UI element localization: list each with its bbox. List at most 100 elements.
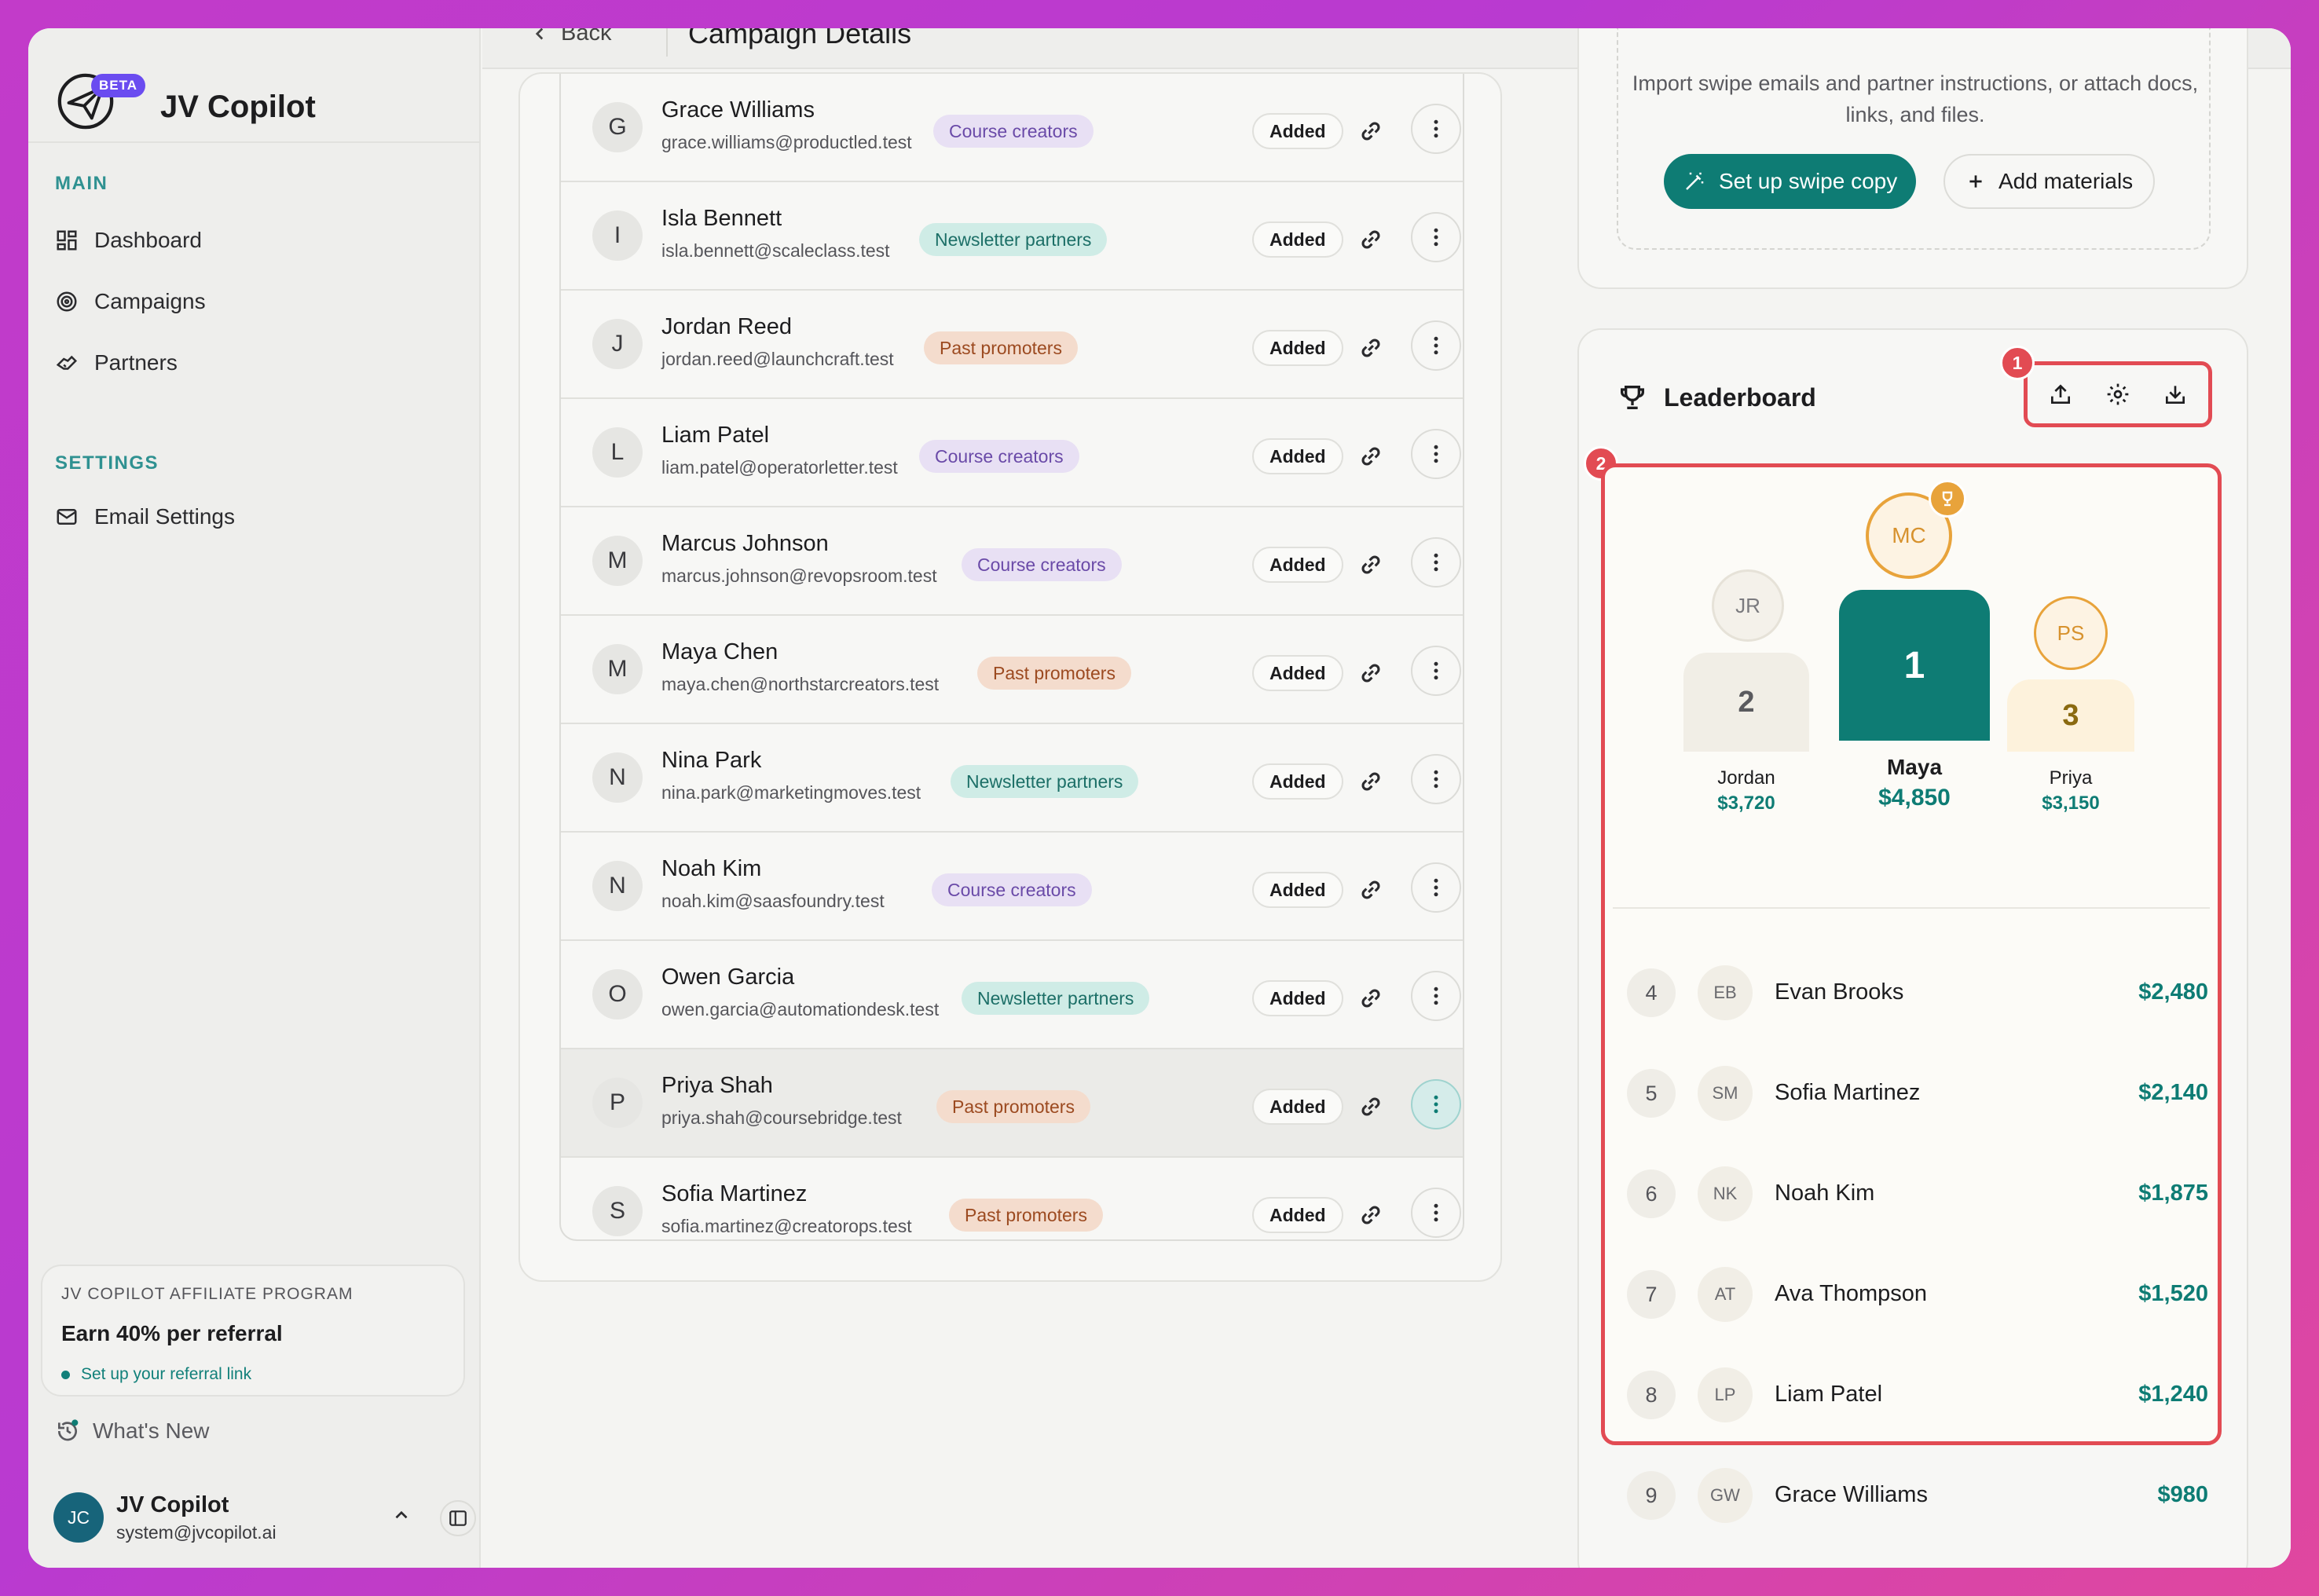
status-badge: Added [1252,438,1343,474]
gear-icon [2107,383,2129,405]
copy-link-button[interactable] [1354,115,1387,148]
link-icon [1361,880,1380,899]
copy-link-button[interactable] [1354,873,1387,906]
leaderboard-name: Grace Williams [1775,1482,1928,1507]
avatar: NK [1698,1166,1753,1221]
more-vertical-icon [1434,1095,1438,1114]
more-options-button[interactable] [1411,971,1461,1021]
section-label-main: MAIN [55,173,108,194]
history-icon [57,1419,79,1441]
section-label-settings: SETTINGS [55,452,159,474]
add-materials-button[interactable]: Add materials [1943,154,2156,209]
beta-badge: BETA [91,74,146,97]
table-row[interactable]: S Sofia Martinez sofia.martinez@creatoro… [561,1158,1463,1239]
more-options-button[interactable] [1411,429,1461,479]
leaderboard-row[interactable]: 7 AT Ava Thompson $1,520 [1627,1265,2208,1322]
copy-link-button[interactable] [1354,1199,1387,1232]
copy-link-button[interactable] [1354,765,1387,798]
sidebar-item-partners[interactable]: Partners [55,338,456,388]
table-row[interactable]: L Liam Patel liam.patel@operatorletter.t… [561,399,1463,507]
table-row[interactable]: P Priya Shah priya.shah@coursebridge.tes… [561,1049,1463,1158]
table-row[interactable]: O Owen Garcia owen.garcia@automationdesk… [561,941,1463,1049]
link-icon [1361,122,1380,141]
rank-number: 7 [1627,1270,1676,1319]
sidebar-item-email-settings[interactable]: Email Settings [55,492,456,542]
copy-link-button[interactable] [1354,982,1387,1015]
setup-swipe-copy-button[interactable]: Set up swipe copy [1664,154,1917,209]
more-options-button[interactable] [1411,1188,1461,1238]
back-button[interactable]: Back [529,28,611,46]
brand[interactable]: BETA JV Copilot [55,52,463,138]
back-label: Back [561,28,612,46]
referral-link[interactable]: Set up your referral link [61,1365,445,1384]
download-button[interactable] [2160,379,2191,410]
table-row[interactable]: G Grace Williams grace.williams@productl… [561,74,1463,182]
leaderboard-header: Leaderboard [1617,382,1816,413]
podium-amount: $3,720 [1717,793,1775,814]
more-options-button[interactable] [1411,212,1461,262]
affiliate-kicker: JV COPILOT AFFILIATE PROGRAM [61,1285,354,1303]
user-menu[interactable]: JC JV Copilot system@jvcopilot.ai [53,1488,476,1547]
leaderboard-row[interactable]: 9 GW Grace Williams $980 [1627,1466,2208,1523]
whats-new-label: What's New [93,1418,210,1443]
more-options-button[interactable] [1411,1079,1461,1129]
leaderboard-row[interactable]: 8 LP Liam Patel $1,240 [1627,1366,2208,1422]
sidebar: BETA JV Copilot MAIN Dashboard Campaigns… [28,28,481,1568]
copy-link-button[interactable] [1354,548,1387,581]
table-row[interactable]: J Jordan Reed jordan.reed@launchcraft.te… [561,291,1463,399]
partner-name: Liam Patel [661,423,770,448]
segment-tag: Newsletter partners [919,223,1108,256]
sidebar-item-campaigns[interactable]: Campaigns [55,276,456,327]
more-options-button[interactable] [1411,320,1461,371]
divider [28,141,481,143]
whats-new-link[interactable]: What's New [55,1418,210,1444]
copy-link-button[interactable] [1354,657,1387,690]
table-row[interactable]: N Nina Park nina.park@marketingmoves.tes… [561,724,1463,833]
status-badge: Added [1252,1197,1343,1233]
copy-link-button[interactable] [1354,331,1387,364]
leaderboard-row[interactable]: 5 SM Sofia Martinez $2,140 [1627,1064,2208,1121]
status-badge: Added [1252,1089,1343,1125]
settings-button[interactable] [2102,379,2134,410]
leaderboard-amount: $2,480 [2138,979,2208,1005]
table-row[interactable]: I Isla Bennett isla.bennett@scaleclass.t… [561,182,1463,291]
more-options-button[interactable] [1411,646,1461,696]
more-options-button[interactable] [1411,862,1461,913]
share-button[interactable] [2045,379,2076,410]
partner-name: Grace Williams [661,97,815,123]
sidebar-toggle-button[interactable] [440,1500,476,1536]
link-icon [1361,989,1380,1008]
status-badge: Added [1252,330,1343,366]
avatar: SM [1698,1066,1753,1121]
table-row[interactable]: N Noah Kim noah.kim@saasfoundry.test Cou… [561,833,1463,941]
brand-name: JV Copilot [160,90,316,124]
materials-dropzone[interactable]: Import swipe emails and partner instruct… [1617,28,2211,250]
copy-link-button[interactable] [1354,1090,1387,1123]
more-options-button[interactable] [1411,754,1461,804]
more-vertical-icon [1434,553,1438,572]
sidebar-item-dashboard[interactable]: Dashboard [55,215,456,265]
leaderboard-row[interactable]: 4 EB Evan Brooks $2,480 [1627,964,2208,1020]
partner-email: maya.chen@northstarcreators.test [661,674,940,694]
partner-email: priya.shah@coursebridge.test [661,1107,902,1128]
rank-number: 5 [1627,1069,1676,1118]
leaderboard-name: Sofia Martinez [1775,1080,1921,1105]
partner-email: owen.garcia@automationdesk.test [661,999,940,1019]
more-vertical-icon [1434,661,1438,680]
affiliate-card[interactable]: JV COPILOT AFFILIATE PROGRAM Earn 40% pe… [41,1265,465,1396]
chevron-up-icon[interactable] [391,1505,412,1525]
more-options-button[interactable] [1411,104,1461,154]
crown-badge [1929,480,1966,518]
table-row[interactable]: M Maya Chen maya.chen@northstarcreators.… [561,616,1463,724]
avatar: M [592,536,643,586]
leaderboard-name: Evan Brooks [1775,979,1904,1005]
podium-amount: $4,850 [1878,785,1951,811]
link-icon [1361,447,1380,466]
sidebar-item-label: Campaigns [94,289,206,313]
leaderboard-row[interactable]: 6 NK Noah Kim $1,875 [1627,1165,2208,1221]
copy-link-button[interactable] [1354,223,1387,256]
table-row[interactable]: M Marcus Johnson marcus.johnson@revopsro… [561,507,1463,616]
rank-number: 9 [1627,1471,1676,1520]
copy-link-button[interactable] [1354,440,1387,473]
more-options-button[interactable] [1411,537,1461,588]
